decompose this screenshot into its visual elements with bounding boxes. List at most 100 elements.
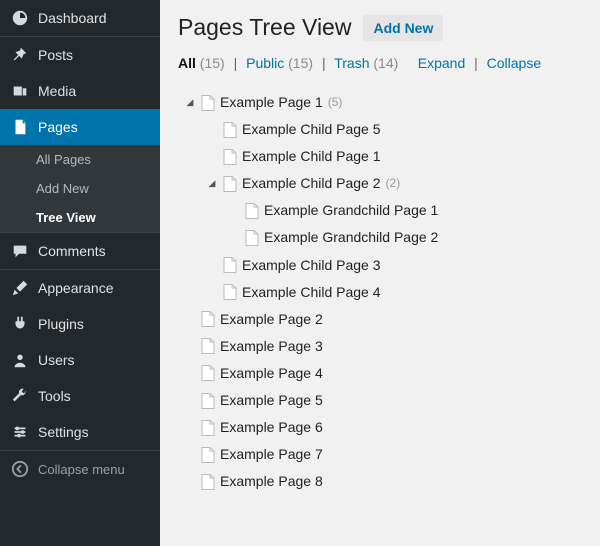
admin-sidebar: Dashboard Posts Media Pages All Pages Ad… [0,0,160,546]
menu-label: Comments [38,243,106,259]
filter-trash-count: (14) [373,55,398,71]
page-icon [201,393,215,409]
menu-posts[interactable]: Posts [0,36,160,73]
tree-node[interactable]: ▸Example Child Page 1 [206,143,582,170]
menu-media[interactable]: Media [0,73,160,109]
user-icon [10,350,30,370]
tree-node-count: (5) [328,93,343,113]
menu-label: Users [38,352,75,368]
page-icon [201,474,215,490]
settings-icon [10,422,30,442]
pages-tree: ◢Example Page 1(5)▸Example Child Page 5▸… [178,89,582,495]
media-icon [10,81,30,101]
tree-node-label[interactable]: Example Page 4 [220,362,323,385]
tree-node-label[interactable]: Example Grandchild Page 1 [264,199,438,222]
expand-all[interactable]: Expand [418,55,465,71]
tree-node-label[interactable]: Example Page 1 [220,91,323,114]
page-icon [245,203,259,219]
filter-trash[interactable]: Trash [334,55,369,71]
page-icon [201,95,215,111]
tree-node[interactable]: ▸Example Child Page 5 [206,116,582,143]
page-icon [201,311,215,327]
tree-node[interactable]: ◢ Example Page 1 (5) [184,89,582,116]
tree-node-label[interactable]: Example Page 7 [220,443,323,466]
filter-public[interactable]: Public [246,55,284,71]
tree-node[interactable]: ▸Example Page 2 [184,306,582,333]
pages-submenu: All Pages Add New Tree View [0,145,160,232]
menu-users[interactable]: Users [0,342,160,378]
wrench-icon [10,386,30,406]
menu-dashboard[interactable]: Dashboard [0,0,160,36]
collapse-icon [10,459,30,479]
tree-node[interactable]: ▸Example Child Page 4 [206,279,582,306]
menu-appearance[interactable]: Appearance [0,269,160,306]
menu-comments[interactable]: Comments [0,232,160,269]
page-icon [201,365,215,381]
submenu-add-new[interactable]: Add New [0,174,160,203]
pin-icon [10,45,30,65]
menu-plugins[interactable]: Plugins [0,306,160,342]
menu-label: Pages [38,119,78,135]
collapse-all[interactable]: Collapse [487,55,541,71]
collapse-label: Collapse menu [38,462,125,477]
tree-node[interactable]: ▸Example Page 8 [184,468,582,495]
menu-label: Tools [38,388,71,404]
tree-node-count: (2) [386,174,401,194]
page-title: Pages Tree View [178,14,351,41]
add-new-button[interactable]: Add New [363,15,443,41]
submenu-tree-view[interactable]: Tree View [0,203,160,232]
heading-row: Pages Tree View Add New [178,14,582,41]
menu-tools[interactable]: Tools [0,378,160,414]
page-icon [201,420,215,436]
tree-node[interactable]: ▸Example Page 6 [184,414,582,441]
menu-label: Media [38,83,76,99]
menu-pages[interactable]: Pages [0,109,160,145]
filter-all-count: (15) [200,55,225,71]
plug-icon [10,314,30,334]
page-icon [223,122,237,138]
tree-node-label[interactable]: Example Page 2 [220,308,323,331]
tree-node-label[interactable]: Example Child Page 3 [242,254,381,277]
tree-node-label[interactable]: Example Page 5 [220,389,323,412]
menu-label: Settings [38,424,89,440]
tree-node[interactable]: ▸Example Grandchild Page 1 [228,197,582,224]
menu-label: Dashboard [38,10,107,26]
tree-node[interactable]: ▸Example Child Page 3 [206,252,582,279]
menu-label: Posts [38,47,73,63]
menu-label: Appearance [38,280,114,296]
tree-node-label[interactable]: Example Child Page 5 [242,118,381,141]
tree-toggle-icon[interactable]: ◢ [184,97,196,109]
tree-node[interactable]: ▸Example Page 4 [184,360,582,387]
page-icon [223,284,237,300]
page-icon [223,149,237,165]
main-content: Pages Tree View Add New All (15) | Publi… [160,0,600,546]
submenu-all-pages[interactable]: All Pages [0,145,160,174]
tree-toggle-icon[interactable]: ◢ [206,178,218,190]
tree-node-label[interactable]: Example Page 8 [220,470,323,493]
tree-node-label[interactable]: Example Child Page 1 [242,145,381,168]
pages-icon [10,117,30,137]
page-icon [223,257,237,273]
filter-bar: All (15) | Public (15) | Trash (14) Expa… [178,55,582,71]
comment-icon [10,241,30,261]
brush-icon [10,278,30,298]
dashboard-icon [10,8,30,28]
tree-node-label[interactable]: Example Page 3 [220,335,323,358]
page-icon [201,447,215,463]
tree-node[interactable]: ▸Example Grandchild Page 2 [228,224,582,251]
tree-node[interactable]: ◢ Example Child Page 2 (2) [206,170,582,197]
tree-node-label[interactable]: Example Page 6 [220,416,323,439]
filter-public-count: (15) [288,55,313,71]
page-icon [201,338,215,354]
filter-all[interactable]: All [178,55,196,71]
page-icon [223,176,237,192]
tree-node-label[interactable]: Example Grandchild Page 2 [264,226,438,249]
tree-node[interactable]: ▸Example Page 5 [184,387,582,414]
menu-label: Plugins [38,316,84,332]
tree-node[interactable]: ▸Example Page 7 [184,441,582,468]
tree-node[interactable]: ▸Example Page 3 [184,333,582,360]
tree-node-label[interactable]: Example Child Page 4 [242,281,381,304]
tree-node-label[interactable]: Example Child Page 2 [242,172,381,195]
collapse-menu[interactable]: Collapse menu [0,450,160,487]
menu-settings[interactable]: Settings [0,414,160,450]
